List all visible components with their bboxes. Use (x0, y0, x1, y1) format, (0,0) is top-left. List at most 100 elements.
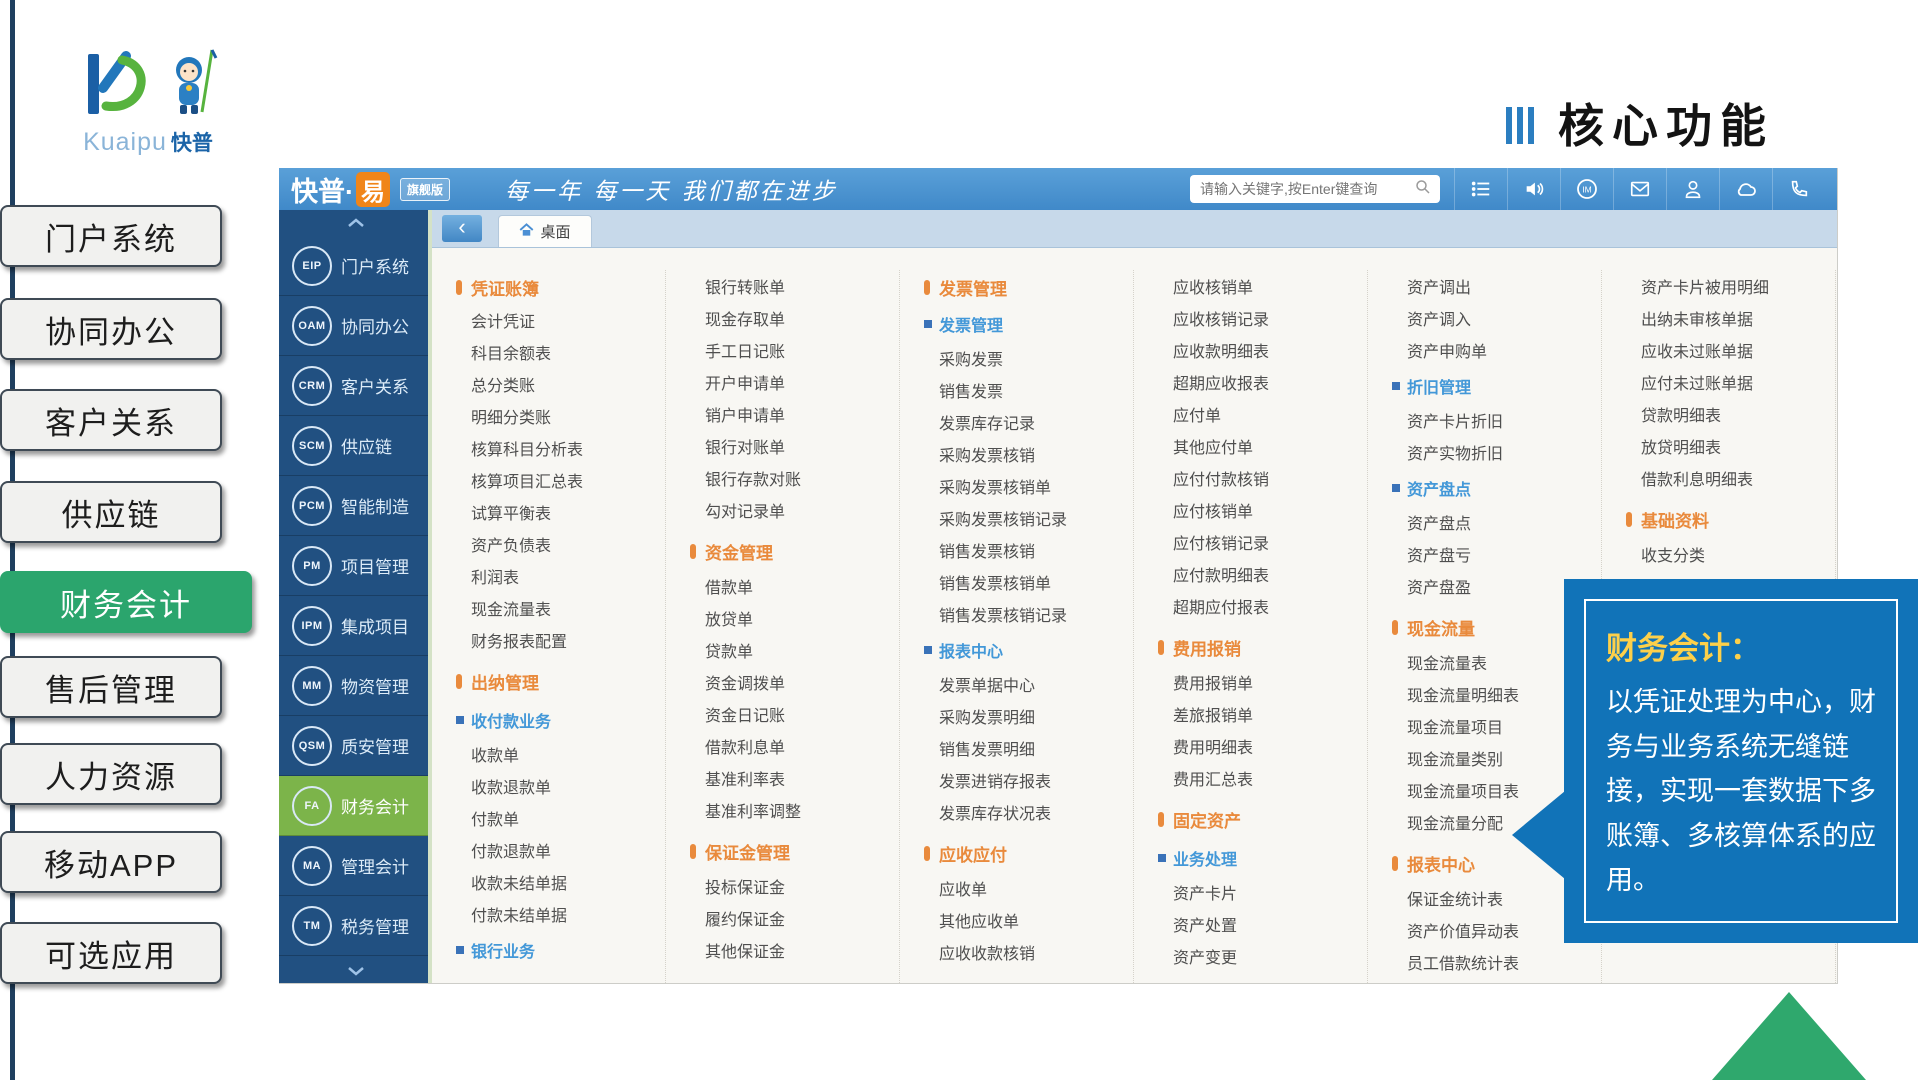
menu-entry[interactable]: 借款单 (705, 570, 899, 602)
sidebar-module-button[interactable]: 人力资源 (0, 743, 222, 805)
global-search[interactable] (1190, 175, 1440, 203)
menu-entry[interactable]: 科目余额表 (471, 336, 665, 368)
menu-entry[interactable]: 资产负债表 (471, 528, 665, 560)
menu-entry[interactable]: 发票进销存报表 (939, 764, 1133, 796)
menu-entry[interactable]: 超期应收报表 (1173, 366, 1367, 398)
menu-entry[interactable]: 付款未结单据 (471, 898, 665, 930)
menu-entry[interactable]: 开户申请单 (705, 366, 899, 398)
menu-entry[interactable]: 放贷明细表 (1641, 430, 1835, 462)
menu-entry[interactable]: 付款退款单 (471, 834, 665, 866)
menu-entry[interactable]: 贷款单 (705, 634, 899, 666)
menu-entry[interactable]: 销售发票明细 (939, 732, 1133, 764)
menu-entry[interactable]: 试算平衡表 (471, 496, 665, 528)
menu-entry[interactable]: 发票单据中心 (939, 668, 1133, 700)
menu-entry[interactable]: 收支分类 (1641, 538, 1835, 570)
menu-entry[interactable]: 应收收款核销 (939, 936, 1133, 968)
back-button[interactable]: ‹ (442, 215, 482, 242)
menu-entry[interactable]: 借款利息单 (705, 730, 899, 762)
nav-module-item[interactable]: PM 项目管理 (279, 536, 432, 596)
menu-entry[interactable]: 其他保证金 (705, 934, 899, 966)
sidebar-module-button[interactable]: 客户关系 (0, 389, 222, 451)
menu-entry[interactable]: 费用报销单 (1173, 666, 1367, 698)
menu-entry[interactable]: 收款退款单 (471, 770, 665, 802)
menu-entry[interactable]: 应收款明细表 (1173, 334, 1367, 366)
nav-module-item[interactable]: FA 财务会计 (279, 776, 432, 836)
nav-module-item[interactable]: CRM 客户关系 (279, 356, 432, 416)
menu-entry[interactable]: 会计凭证 (471, 304, 665, 336)
menu-entry[interactable]: 基准利率表 (705, 762, 899, 794)
menu-entry[interactable]: 现金流量表 (471, 592, 665, 624)
sound-icon[interactable] (1507, 168, 1560, 210)
menu-entry[interactable]: 应付款明细表 (1173, 558, 1367, 590)
menu-entry[interactable]: 银行存款对账 (705, 462, 899, 494)
nav-module-item[interactable]: EIP 门户系统 (279, 236, 432, 296)
menu-entry[interactable]: 勾对记录单 (705, 494, 899, 526)
menu-entry[interactable]: 销户申请单 (705, 398, 899, 430)
menu-entry[interactable]: 资产卡片被用明细 (1641, 270, 1835, 302)
menu-entry[interactable]: 资产盘点 (1407, 506, 1601, 538)
menu-entry[interactable]: 销售发票核销单 (939, 566, 1133, 598)
menu-entry[interactable]: 现金存取单 (705, 302, 899, 334)
menu-entry[interactable]: 收款单 (471, 738, 665, 770)
menu-entry[interactable]: 差旅报销单 (1173, 698, 1367, 730)
menu-entry[interactable]: 总分类账 (471, 368, 665, 400)
sidebar-module-button[interactable]: 协同办公 (0, 298, 222, 360)
menu-entry[interactable]: 应付付款核销 (1173, 462, 1367, 494)
menu-entry[interactable]: 采购发票核销记录 (939, 502, 1133, 534)
menu-entry[interactable]: 费用汇总表 (1173, 762, 1367, 794)
sidebar-module-button[interactable]: 供应链 (0, 481, 222, 543)
menu-entry[interactable]: 利润表 (471, 560, 665, 592)
nav-module-item[interactable]: PCM 智能制造 (279, 476, 432, 536)
menu-entry[interactable]: 明细分类账 (471, 400, 665, 432)
menu-entry[interactable]: 应付核销记录 (1173, 526, 1367, 558)
menu-entry[interactable]: 员工借款统计表 (1407, 946, 1601, 978)
menu-entry[interactable]: 放贷单 (705, 602, 899, 634)
menu-entry[interactable]: 资金日记账 (705, 698, 899, 730)
menu-entry[interactable]: 销售发票核销 (939, 534, 1133, 566)
nav-scrollbar[interactable] (428, 210, 432, 983)
sidebar-module-button[interactable]: 售后管理 (0, 656, 222, 718)
menu-entry[interactable]: 应收核销记录 (1173, 302, 1367, 334)
menu-entry[interactable]: 费用明细表 (1173, 730, 1367, 762)
menu-entry[interactable]: 银行对账单 (705, 430, 899, 462)
nav-module-item[interactable]: SCM 供应链 (279, 416, 432, 476)
menu-entry[interactable]: 发票库存状况表 (939, 796, 1133, 828)
menu-entry[interactable]: 资产实物折旧 (1407, 436, 1601, 468)
menu-entry[interactable]: 采购发票 (939, 342, 1133, 374)
menu-entry[interactable]: 销售发票 (939, 374, 1133, 406)
menu-entry[interactable]: 出纳未审核单据 (1641, 302, 1835, 334)
menu-entry[interactable]: 超期应付报表 (1173, 590, 1367, 622)
tab-desktop[interactable]: 桌面 (498, 215, 592, 247)
menu-entry[interactable]: 银行转账单 (705, 270, 899, 302)
menu-entry[interactable]: 投标保证金 (705, 870, 899, 902)
sidebar-module-button[interactable]: 门户系统 (0, 205, 222, 267)
menu-entry[interactable]: 采购发票核销单 (939, 470, 1133, 502)
sidebar-module-button[interactable]: 移动APP (0, 831, 222, 893)
nav-module-item[interactable]: TM 税务管理 (279, 896, 432, 956)
menu-entry[interactable]: 资产变更 (1173, 940, 1367, 972)
list-icon[interactable] (1454, 168, 1507, 210)
cloud-icon[interactable] (1719, 168, 1772, 210)
nav-module-item[interactable]: MM 物资管理 (279, 656, 432, 716)
menu-entry[interactable]: 基准利率调整 (705, 794, 899, 826)
menu-entry[interactable]: 应收未过账单据 (1641, 334, 1835, 366)
menu-entry[interactable]: 贷款明细表 (1641, 398, 1835, 430)
search-icon[interactable] (1414, 178, 1432, 201)
menu-entry[interactable]: 采购发票明细 (939, 700, 1133, 732)
menu-entry[interactable]: 应收单 (939, 872, 1133, 904)
menu-entry[interactable]: 资产处置 (1173, 908, 1367, 940)
menu-entry[interactable]: 收款未结单据 (471, 866, 665, 898)
nav-scroll-up[interactable] (279, 210, 432, 236)
menu-entry[interactable]: 应付单 (1173, 398, 1367, 430)
menu-entry[interactable]: 资金调拨单 (705, 666, 899, 698)
menu-entry[interactable]: 资产调出 (1407, 270, 1601, 302)
phone-icon[interactable] (1772, 168, 1825, 210)
nav-scroll-down[interactable] (279, 959, 432, 983)
menu-entry[interactable]: 应付未过账单据 (1641, 366, 1835, 398)
menu-entry[interactable]: 财务报表配置 (471, 624, 665, 656)
menu-entry[interactable]: 资产盘亏 (1407, 538, 1601, 570)
menu-entry[interactable]: 资产申购单 (1407, 334, 1601, 366)
contact-icon[interactable] (1666, 168, 1719, 210)
mail-icon[interactable] (1613, 168, 1666, 210)
menu-entry[interactable]: 核算项目汇总表 (471, 464, 665, 496)
